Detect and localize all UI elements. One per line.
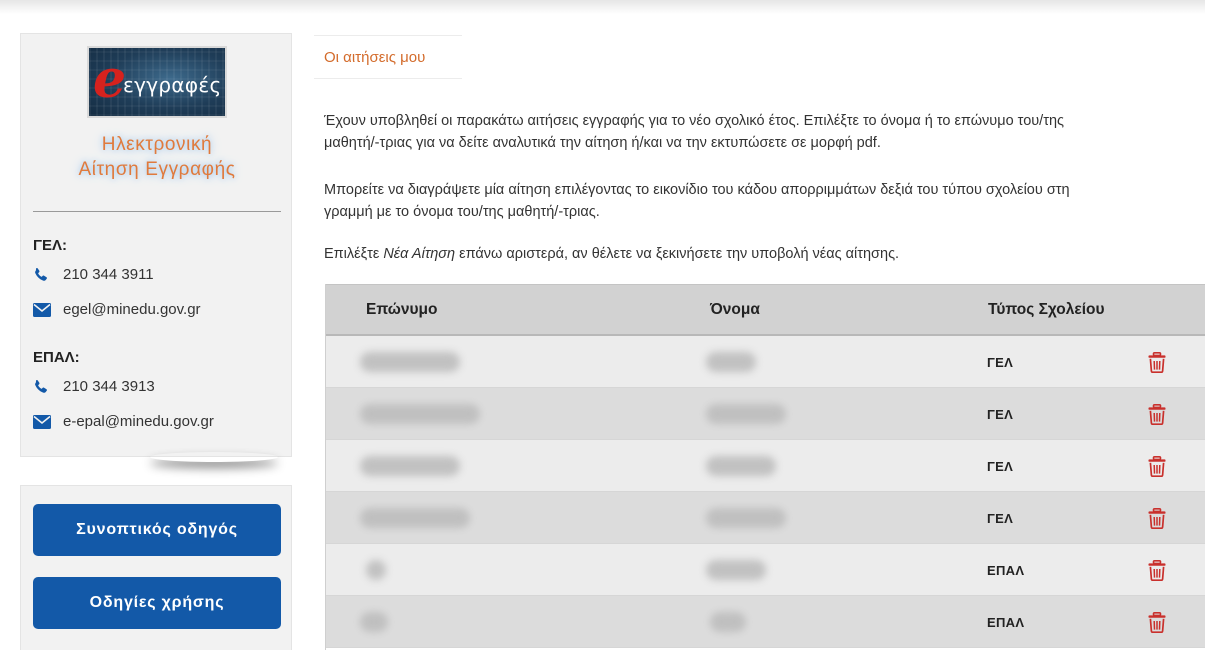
surname-cell-redacted[interactable] xyxy=(360,456,460,476)
app-title: Ηλεκτρονική Αίτηση Εγγραφής xyxy=(21,132,293,182)
surname-cell-redacted[interactable] xyxy=(360,612,388,632)
name-cell-redacted[interactable] xyxy=(706,560,766,580)
surname-cell-redacted[interactable] xyxy=(360,404,480,424)
app-title-line1: Ηλεκτρονική xyxy=(101,134,213,155)
logo-text: εγγραφές xyxy=(123,73,222,97)
trash-icon[interactable] xyxy=(1146,558,1168,582)
gel-phone-row: 210 344 3911 xyxy=(33,266,154,283)
intro-line1: Έχουν υποβληθεί οι παρακάτω αιτήσεις εγγ… xyxy=(324,113,1064,129)
sidebar-divider xyxy=(33,211,281,212)
surname-cell-redacted[interactable] xyxy=(360,508,470,528)
new-app-text-after: επάνω αριστερά, αν θέλετε να ξεκινήσετε … xyxy=(455,246,900,262)
delete-info-line1: Μπορείτε να διαγράψετε μία αίτηση επιλέγ… xyxy=(324,182,1070,198)
new-application-paragraph: Επιλέξτε Νέα Αίτηση επάνω αριστερά, αν θ… xyxy=(324,243,1204,265)
school-type-cell: ΓΕΛ xyxy=(987,355,1014,370)
table-header: Επώνυμο Όνομα Τύπος Σχολείου xyxy=(326,284,1205,336)
name-cell-redacted[interactable] xyxy=(706,508,786,528)
table-row[interactable]: ΓΕΛ xyxy=(326,440,1205,492)
phone-icon xyxy=(33,379,53,395)
envelope-icon xyxy=(33,302,53,318)
col-header-name: Όνομα xyxy=(710,301,760,318)
user-instructions-button[interactable]: Οδηγίες χρήσης xyxy=(33,577,281,629)
epal-phone-row: 210 344 3913 xyxy=(33,378,155,395)
name-cell-redacted[interactable] xyxy=(706,456,776,476)
phone-icon xyxy=(33,267,53,283)
logo-e-mark: e xyxy=(93,49,127,110)
school-type-cell: ΓΕΛ xyxy=(987,459,1014,474)
gel-phone[interactable]: 210 344 3911 xyxy=(63,266,154,283)
surname-cell-redacted[interactable] xyxy=(360,352,460,372)
surname-cell-redacted[interactable] xyxy=(366,560,386,580)
app-title-line2: Αίτηση Εγγραφής xyxy=(78,159,236,180)
trash-icon[interactable] xyxy=(1146,506,1168,530)
col-header-surname: Επώνυμο xyxy=(366,301,438,318)
table-row[interactable]: ΓΕΛ xyxy=(326,492,1205,544)
name-cell-redacted[interactable] xyxy=(706,352,756,372)
epal-phone[interactable]: 210 344 3913 xyxy=(63,378,155,395)
school-type-cell: ΓΕΛ xyxy=(987,511,1014,526)
trash-icon[interactable] xyxy=(1146,454,1168,478)
table-row[interactable]: ΕΠΑΛ xyxy=(326,544,1205,596)
top-shadow xyxy=(0,0,1205,14)
gel-heading: ΓΕΛ: xyxy=(33,237,68,254)
school-type-cell: ΕΠΑΛ xyxy=(987,563,1025,578)
table-row[interactable]: ΓΕΛ xyxy=(326,336,1205,388)
sidebar-info-panel: e εγγραφές Ηλεκτρονική Αίτηση Εγγραφής Γ… xyxy=(20,33,292,457)
school-type-cell: ΓΕΛ xyxy=(987,407,1014,422)
quick-guide-button[interactable]: Συνοπτικός οδηγός xyxy=(33,504,281,556)
envelope-icon xyxy=(33,414,53,430)
col-header-school-type: Τύπος Σχολείου xyxy=(988,301,1105,318)
new-app-text-before: Επιλέξτε xyxy=(324,246,384,262)
table-row[interactable]: ΕΠΑΛ xyxy=(326,596,1205,648)
intro-paragraph: Έχουν υποβληθεί οι παρακάτω αιτήσεις εγγ… xyxy=(324,110,1204,154)
name-cell-redacted[interactable] xyxy=(710,612,746,632)
epal-email-row: e-epal@minedu.gov.gr xyxy=(33,413,214,430)
delete-info-line2: γραμμή με το όνομα του/της μαθητή/-τριας… xyxy=(324,204,600,220)
table-row[interactable]: ΓΕΛ xyxy=(326,388,1205,440)
delete-info-paragraph: Μπορείτε να διαγράψετε μία αίτηση επιλέγ… xyxy=(324,179,1204,223)
tab-my-applications[interactable]: Οι αιτήσεις μου xyxy=(314,35,462,79)
app-logo[interactable]: e εγγραφές xyxy=(87,46,227,118)
applications-table: Επώνυμο Όνομα Τύπος Σχολείου ΓΕΛ ΓΕΛ ΓΕΛ ΓΕ… xyxy=(325,284,1205,650)
trash-icon[interactable] xyxy=(1146,350,1168,374)
intro-line2: μαθητή/-τριας για να δείτε αναλυτικά την… xyxy=(324,135,881,151)
sidebar-buttons-panel: Συνοπτικός οδηγός Οδηγίες χρήσης xyxy=(20,485,292,650)
epal-email[interactable]: e-epal@minedu.gov.gr xyxy=(63,413,214,430)
gel-email[interactable]: egel@minedu.gov.gr xyxy=(63,301,201,318)
school-type-cell: ΕΠΑΛ xyxy=(987,615,1025,630)
epal-heading: ΕΠΑΛ: xyxy=(33,349,80,366)
trash-icon[interactable] xyxy=(1146,610,1168,634)
name-cell-redacted[interactable] xyxy=(706,404,786,424)
trash-icon[interactable] xyxy=(1146,402,1168,426)
new-app-link-text: Νέα Αίτηση xyxy=(383,246,456,262)
sidebar-shadow xyxy=(150,452,278,462)
gel-email-row: egel@minedu.gov.gr xyxy=(33,301,201,318)
